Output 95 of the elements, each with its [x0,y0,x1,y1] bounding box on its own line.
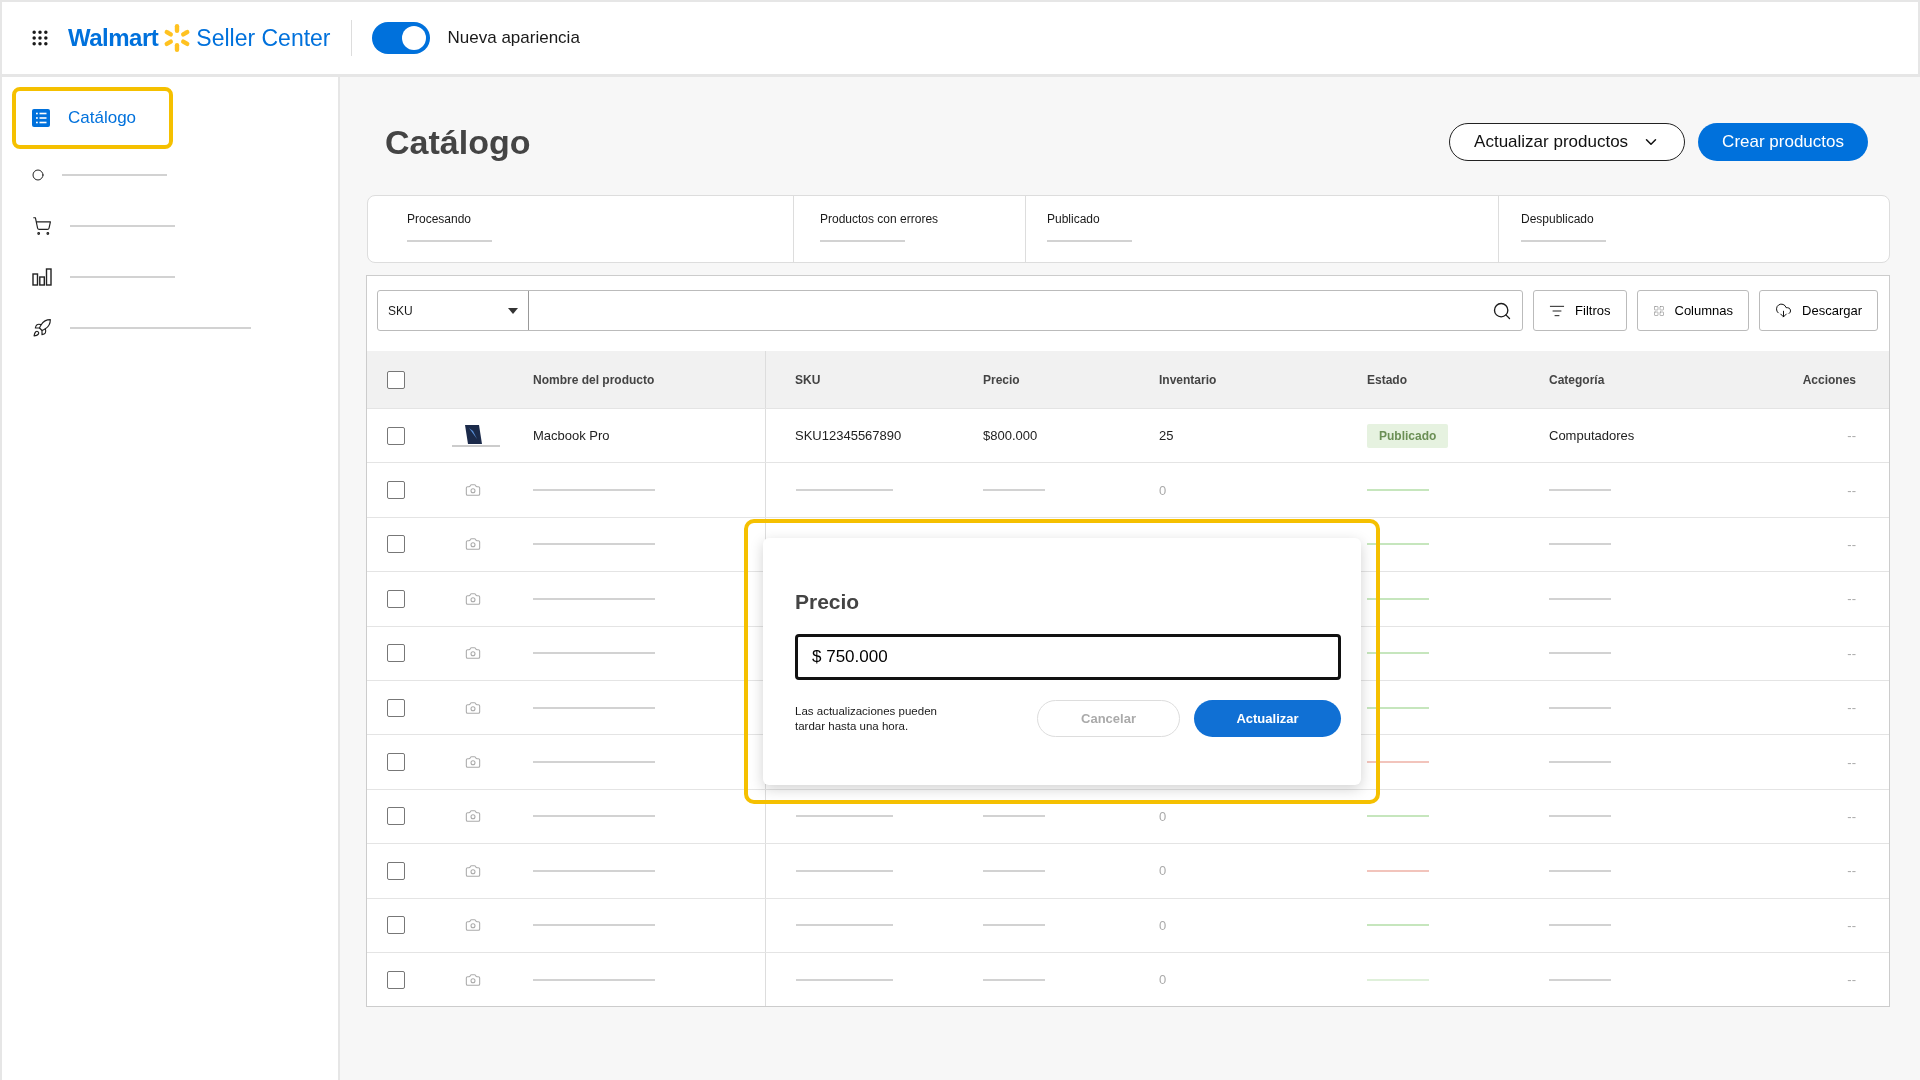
inventory-text: 0 [1159,863,1167,879]
category-text: Computadores [1549,428,1635,444]
placeholder-line [1549,869,1611,872]
create-button[interactable]: Crear productos [1698,123,1868,161]
checkbox[interactable] [387,861,405,880]
camera-icon [465,862,481,879]
camera-icon [465,808,481,825]
checkbox[interactable] [387,426,405,445]
sidebar-item[interactable]: Catálogo [12,87,173,149]
camera-icon [465,754,481,771]
status-label: Publicado [1047,212,1101,226]
cloud-download-icon [1775,302,1793,319]
placeholder-line [1549,652,1611,655]
brand-logo-text: Walmart [68,24,159,52]
apps-grid-icon[interactable] [30,28,50,48]
actions-text: -- [1847,645,1856,661]
sku-text: SKU12345567890 [795,428,902,444]
actions-text: -- [1847,808,1856,824]
status-label: Procesando [407,212,473,226]
grid-icon [1652,304,1665,317]
checkbox[interactable] [387,481,405,500]
actions-text: -- [1847,591,1856,607]
actions-text: -- [1847,917,1856,933]
checkbox[interactable] [387,698,405,717]
column-header: Categoría [1549,372,1605,387]
placeholder-line [1549,761,1611,764]
placeholder-line [1549,706,1611,709]
update-button[interactable]: Actualizar [1194,700,1341,737]
camera-icon [465,971,481,988]
camera-icon [465,590,481,607]
product-name-logo: Seller Center [196,24,331,52]
update-dropdown-button[interactable]: Actualizar productos [1449,123,1686,161]
status-badge: Publicado [1367,423,1449,448]
status-label: Productos con errores [820,212,940,226]
camera-icon [465,482,481,499]
column-header: Nombre del producto [533,372,655,387]
placeholder-line [1549,924,1611,927]
inventory-text: 0 [1159,917,1167,933]
page-title: Catálogo [385,122,531,162]
placeholder-line [983,489,1045,492]
camera-icon [465,645,481,662]
placeholder-line [1549,489,1611,492]
actions-text: -- [1847,863,1856,879]
camera-icon [465,536,481,553]
inventory-text: 0 [1159,482,1167,498]
bar-chart-icon [32,267,52,286]
placeholder-line [983,869,1045,872]
inventory-text: 0 [1159,808,1167,824]
actions-text: -- [1847,700,1856,716]
select-all-checkbox[interactable] [387,370,405,389]
actions-text: -- [1847,754,1856,770]
placeholder-line [1549,815,1611,818]
placeholder-line [983,924,1045,927]
column-header: Inventario [1159,372,1217,387]
checkbox[interactable] [387,535,405,554]
toolbar-button[interactable]: Filtros [1533,290,1627,331]
sidebar-item-label: Catálogo [68,108,137,128]
dialog-title: Precio [795,590,861,614]
inventory-text: 0 [1159,972,1167,988]
inventory-text: 25 [1159,428,1174,444]
column-header: Estado [1367,372,1407,387]
rocket-icon [32,317,52,338]
cart-icon [32,215,52,236]
dialog-note: Las actualizaciones pueden tardar hasta una hora. [795,703,938,734]
column-header: SKU [795,372,821,387]
toolbar-button[interactable]: Columnas [1636,290,1750,331]
checkbox[interactable] [387,970,405,989]
column-header: Acciones [1802,372,1856,387]
checkbox[interactable] [387,644,405,663]
checkbox[interactable] [387,589,405,608]
placeholder-line [1549,978,1611,981]
price-text: $800.000 [983,428,1038,444]
toggle-switch[interactable] [371,22,430,54]
toolbar-button[interactable]: Descargar [1759,290,1878,331]
status-label: Despublicado [1521,212,1595,226]
placeholder-line [1549,543,1611,546]
actions-text: -- [1847,536,1856,552]
placeholder-line [983,978,1045,981]
product-name: Macbook Pro [533,428,610,444]
list-icon [32,109,50,127]
toggle-label: Nueva apariencia [447,28,580,48]
camera-icon [465,699,481,716]
actions-text: -- [1847,428,1856,444]
price-input[interactable]: $ 750.000 [795,634,1341,680]
camera-icon [465,917,481,934]
checkbox[interactable] [387,753,405,772]
circle-icon [32,168,44,181]
checkbox[interactable] [387,807,405,826]
checkbox[interactable] [387,916,405,935]
placeholder-line [1549,597,1611,600]
laptop-drawing [451,422,501,449]
actions-text: -- [1847,972,1856,988]
actions-text: -- [1847,482,1856,498]
placeholder-line [983,815,1045,818]
column-header: Precio [983,372,1020,387]
